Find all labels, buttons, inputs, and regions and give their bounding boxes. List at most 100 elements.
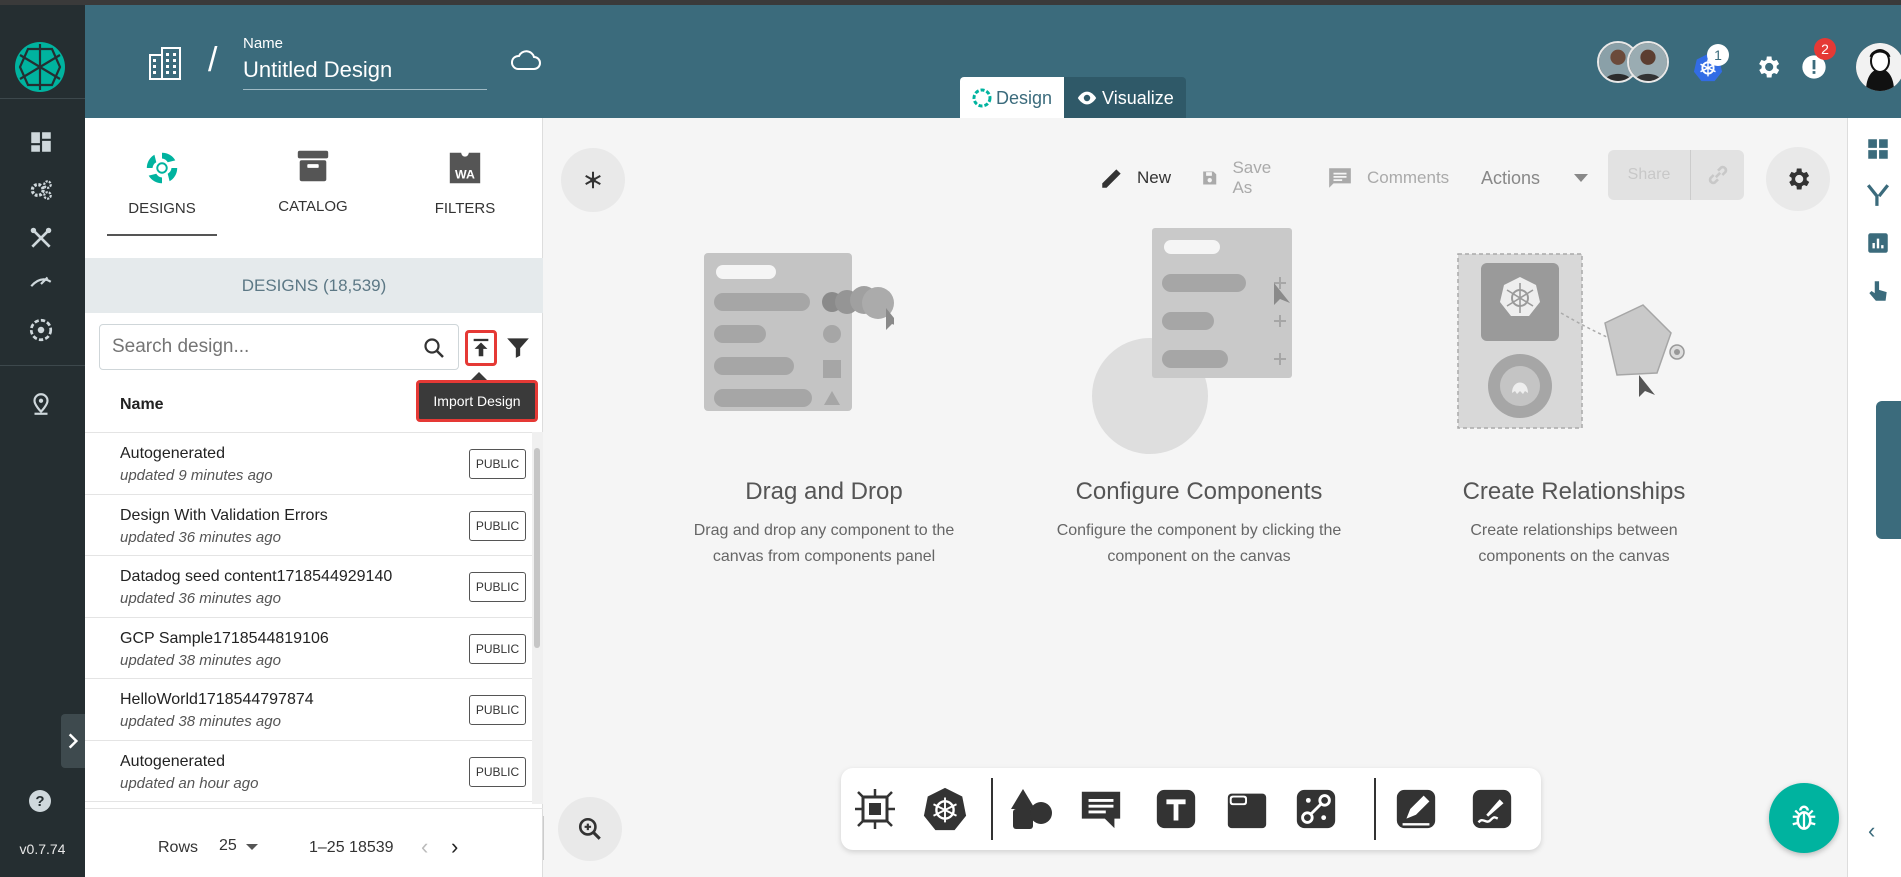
copy-link-button[interactable]	[1691, 150, 1744, 200]
zoom-in-icon	[578, 817, 601, 840]
comments-button[interactable]: Comments	[1327, 160, 1449, 196]
create-relationships-illustration	[1457, 253, 1685, 429]
feature-configure-components: Configure Components Configure the compo…	[1019, 478, 1379, 570]
new-button[interactable]: New	[1099, 160, 1171, 196]
table-row[interactable]: Autogenerated updated 9 minutes ago PUBL…	[85, 433, 532, 495]
list-scrollbar-thumb[interactable]	[534, 448, 540, 648]
eye-icon	[1077, 91, 1097, 105]
filters-icon-text: WA	[455, 167, 475, 181]
tab-filters[interactable]: WA FILTERS	[400, 148, 530, 217]
feature-description: Create relationships between components o…	[1470, 522, 1678, 565]
chevron-left-icon[interactable]: ‹	[1868, 818, 1875, 844]
organization-building-icon[interactable]	[147, 45, 183, 81]
configuration-tools-icon[interactable]	[27, 224, 55, 252]
table-row[interactable]: GCP Sample1718544819106 updated 38 minut…	[85, 618, 532, 679]
table-row[interactable]: Autogenerated updated an hour ago PUBLIC	[85, 741, 532, 802]
upload-icon	[473, 338, 489, 357]
location-pin-icon[interactable]	[27, 390, 55, 418]
actions-dropdown[interactable]: Actions	[1481, 160, 1589, 196]
app-version: v0.7.74	[19, 841, 66, 857]
design-canvas[interactable]: New Save As Comments Actions Share Drag …	[544, 118, 1847, 877]
comment-tool-icon[interactable]	[1077, 785, 1125, 833]
dock-divider	[991, 778, 993, 840]
feature-drag-drop: Drag and Drop Drag and drop any componen…	[664, 478, 984, 570]
visibility-badge[interactable]: PUBLIC	[469, 572, 526, 602]
visibility-badge[interactable]: PUBLIC	[469, 510, 526, 541]
kubernetes-components-icon[interactable]	[921, 785, 969, 833]
search-input[interactable]	[112, 336, 402, 358]
visibility-badge[interactable]: PUBLIC	[469, 695, 526, 725]
tab-designs[interactable]: DESIGNS	[97, 148, 227, 236]
snowflake-icon	[585, 171, 601, 189]
save-icon	[1203, 171, 1217, 185]
share-button[interactable]: Share	[1608, 150, 1691, 200]
filters-wasm-icon: WA	[445, 148, 485, 188]
mode-tabs: Design Visualize	[960, 77, 1186, 119]
save-as-button[interactable]: Save As	[1201, 158, 1278, 197]
tab-design[interactable]: Design	[960, 77, 1065, 119]
settings-gear-icon[interactable]	[1752, 51, 1784, 83]
rows-per-page-select[interactable]: 25	[219, 837, 237, 855]
column-header-name[interactable]: Name	[120, 396, 164, 414]
designs-panel: DESIGNS CATALOG WA FILTERS DESIGNS (18,5…	[85, 118, 543, 877]
performance-gauge-icon[interactable]	[27, 270, 55, 298]
filter-button[interactable]	[503, 332, 533, 362]
relationship-tool-icon[interactable]	[1292, 785, 1340, 833]
expand-nav-button[interactable]	[61, 714, 85, 768]
visibility-badge[interactable]: PUBLIC	[469, 449, 526, 479]
prev-page-button[interactable]: ‹	[421, 834, 428, 860]
help-icon[interactable]: ?	[28, 789, 52, 813]
visibility-badge[interactable]: PUBLIC	[469, 633, 526, 664]
meshery-logo-icon[interactable]	[14, 41, 66, 93]
section-tool-icon[interactable]	[1223, 785, 1271, 833]
tab-catalog[interactable]: CATALOG	[248, 146, 378, 215]
bar-chart-icon[interactable]	[1865, 230, 1891, 256]
designs-count-header: DESIGNS (18,539)	[85, 258, 543, 313]
tab-visualize-label: Visualize	[1102, 87, 1174, 108]
table-row[interactable]: Datadog seed content1718544929140 update…	[85, 556, 532, 618]
shapes-icon[interactable]	[1007, 785, 1055, 833]
dashboard-icon[interactable]	[27, 128, 55, 156]
canvas-menu-button[interactable]	[561, 148, 625, 212]
kubernetes-count-badge: 1	[1707, 44, 1729, 66]
search-icon[interactable]	[422, 336, 446, 360]
user-avatar[interactable]	[1856, 43, 1901, 91]
next-page-button[interactable]: ›	[451, 834, 458, 860]
catalog-archive-icon	[293, 146, 333, 186]
tab-visualize[interactable]: Visualize	[1064, 77, 1186, 119]
designs-icon	[142, 148, 182, 188]
left-nav-rail: ? v0.7.74	[0, 5, 85, 877]
design-name: Design With Validation Errors	[120, 506, 328, 524]
component-palette-icon[interactable]	[851, 785, 899, 833]
layout-grid-icon[interactable]	[1865, 136, 1891, 162]
feature-title: Create Relationships	[1462, 478, 1686, 505]
design-name: HelloWorld1718544797874	[120, 691, 314, 708]
save-as-label: Save As	[1232, 158, 1272, 197]
caret-down-icon[interactable]	[246, 844, 258, 850]
design-updated: updated an hour ago	[120, 774, 259, 792]
table-row[interactable]: HelloWorld1718544797874 updated 38 minut…	[85, 679, 532, 741]
feature-title: Drag and Drop	[745, 478, 903, 505]
zoom-button[interactable]	[558, 797, 622, 861]
design-updated: updated 38 minutes ago	[120, 713, 281, 730]
drag-drop-illustration	[704, 253, 894, 411]
pen-tool-icon[interactable]	[1392, 785, 1440, 833]
text-tool-icon[interactable]	[1152, 785, 1200, 833]
extensions-icon[interactable]	[27, 316, 55, 344]
freehand-draw-icon[interactable]	[1468, 785, 1516, 833]
rows-per-page-label: Rows	[158, 839, 199, 856]
table-row[interactable]: Design With Validation Errors updated 36…	[85, 495, 532, 556]
touch-hand-icon[interactable]	[1865, 278, 1891, 304]
merge-icon[interactable]	[1865, 182, 1891, 208]
cloud-sync-icon[interactable]	[510, 49, 542, 73]
collaborator-avatars[interactable]	[1597, 41, 1669, 83]
visibility-badge[interactable]: PUBLIC	[469, 756, 526, 787]
design-name-field[interactable]: Untitled Design	[243, 57, 487, 90]
side-drawer-tab[interactable]	[1876, 401, 1901, 539]
report-bug-button[interactable]	[1769, 783, 1839, 853]
canvas-settings-button[interactable]	[1766, 147, 1830, 211]
configure-components-illustration	[1092, 228, 1292, 454]
bug-icon	[1792, 805, 1816, 830]
lifecycle-gears-icon[interactable]	[27, 176, 55, 204]
import-design-button[interactable]	[465, 330, 497, 366]
